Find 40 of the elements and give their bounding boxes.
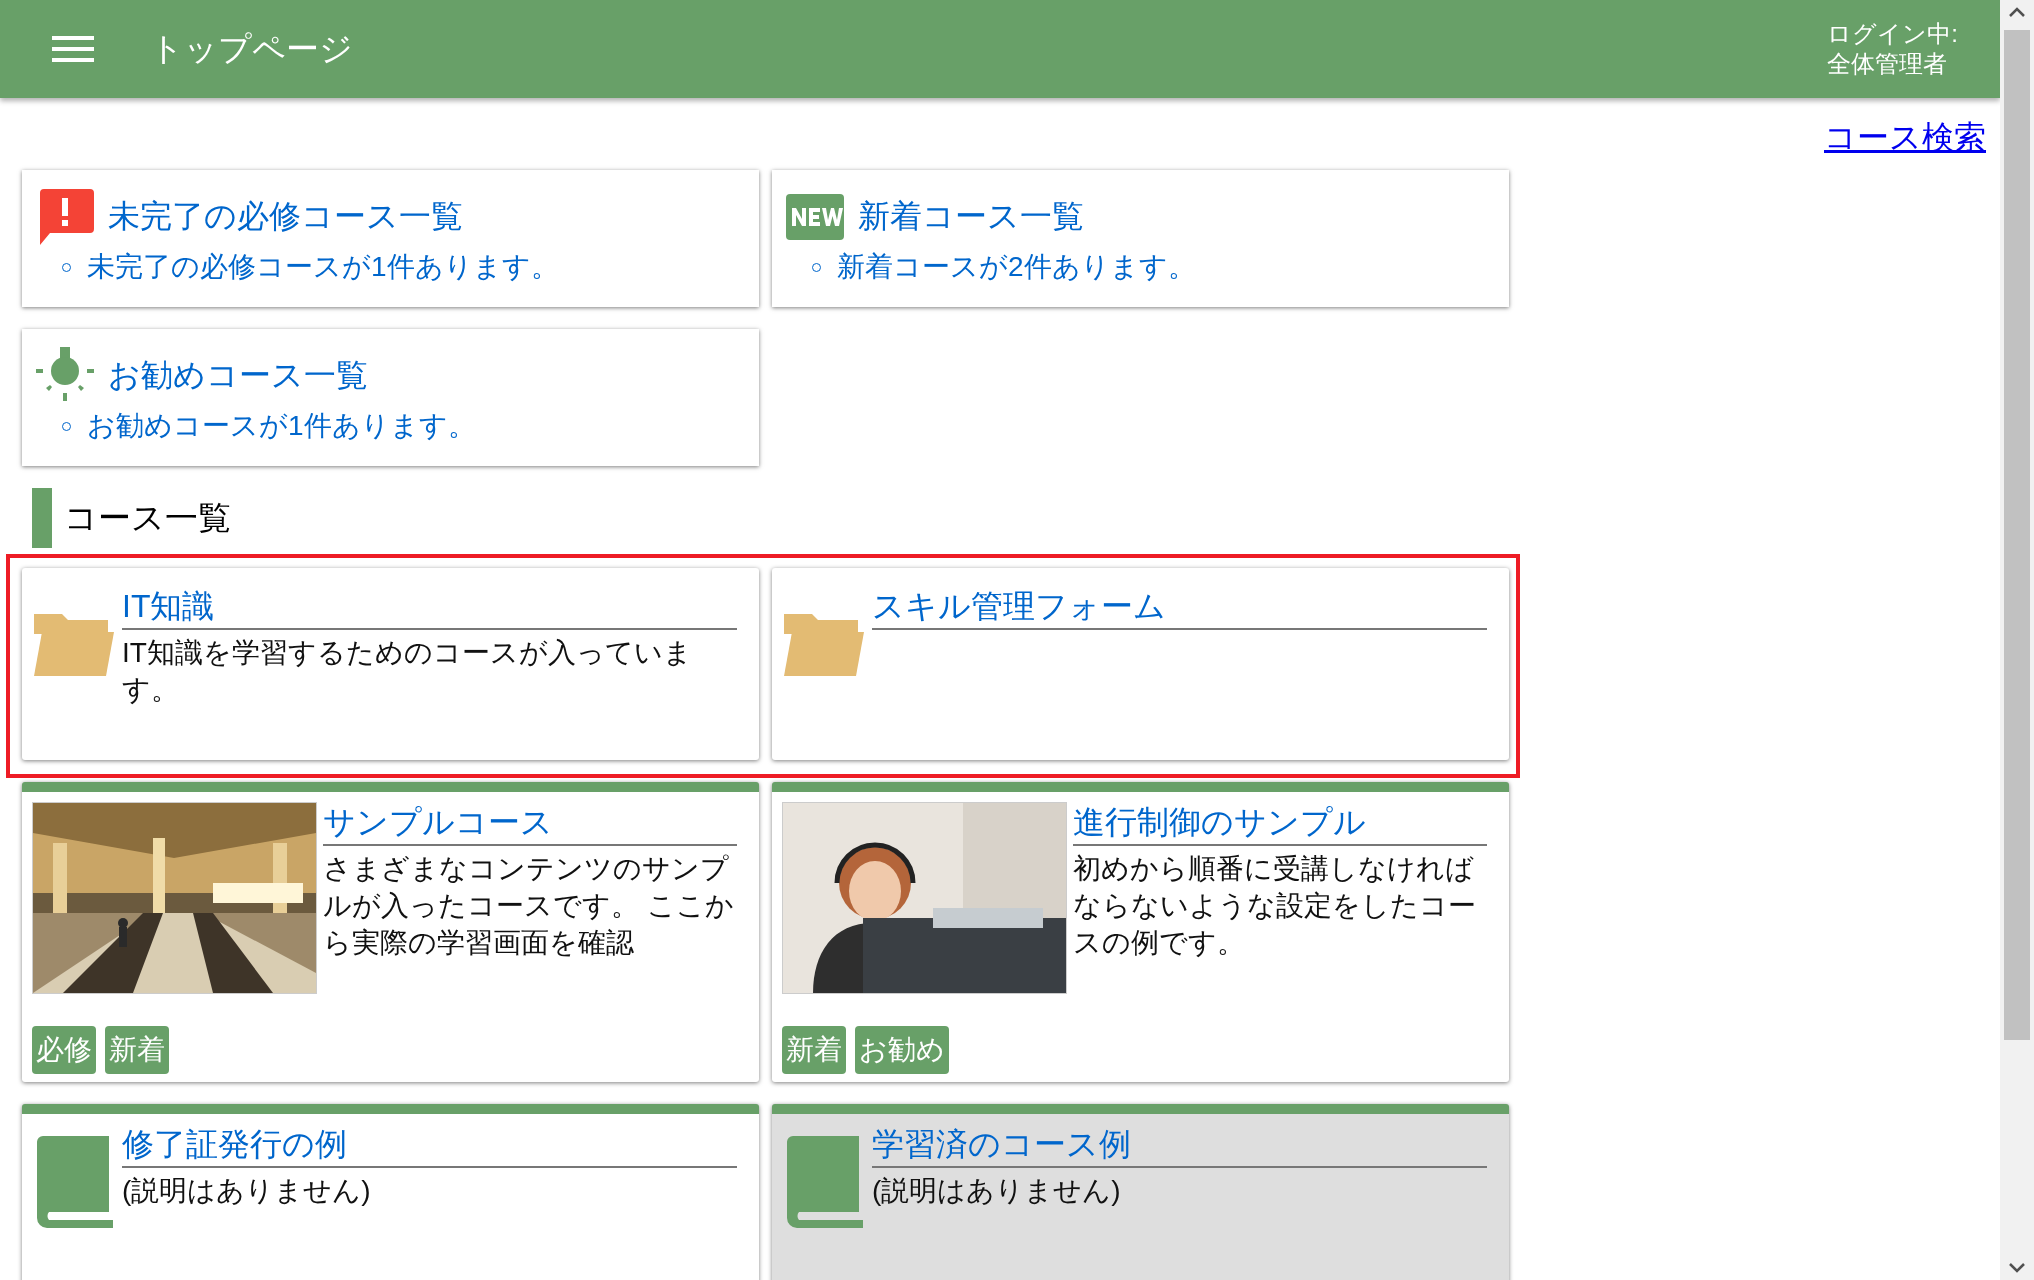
section-marker <box>32 488 52 548</box>
course-description: IT知識を学習するためのコースが入っています。 <box>122 636 693 707</box>
course-title-link[interactable]: 修了証発行の例 <box>122 1124 737 1168</box>
summary-message-link[interactable]: 新着コースが2件あります。 <box>837 248 1196 286</box>
scroll-up-icon[interactable] <box>2008 6 2026 18</box>
course-title-link[interactable]: IT知識 <box>122 586 737 630</box>
summary-message-link[interactable]: 未完了の必修コースが1件あります。 <box>87 248 559 286</box>
summary-title-link[interactable]: 新着コース一覧 <box>858 195 1084 239</box>
course-search-link[interactable]: コース検索 <box>1824 116 1986 156</box>
summary-title-link[interactable]: 未完了の必修コース一覧 <box>108 195 463 239</box>
course-title-link[interactable]: サンプルコース <box>323 802 737 846</box>
section-title: コース一覧 <box>64 497 231 538</box>
page-title: トップページ <box>150 28 353 69</box>
summary-title-link[interactable]: お勧めコース一覧 <box>108 354 368 398</box>
course-tag: 新着 <box>782 1026 846 1074</box>
course-description: (説明はありません) <box>872 1174 1122 1208</box>
course-card[interactable]: 進行制御のサンプル 初めから順番に受講しなければならないような設定をしたコースの例です。 新着 お勧め <box>772 782 1509 1082</box>
scroll-down-icon[interactable] <box>2008 1262 2026 1274</box>
summary-message-link[interactable]: お勧めコースが1件あります。 <box>87 407 476 445</box>
course-card[interactable]: 修了証発行の例 (説明はありません) <box>22 1104 759 1280</box>
course-card[interactable]: スキル管理フォーム <box>772 568 1509 760</box>
course-card[interactable]: 学習済のコース例 (説明はありません) <box>772 1104 1509 1280</box>
scrollbar-thumb[interactable] <box>2004 30 2030 1040</box>
menu-icon[interactable] <box>52 34 94 64</box>
book-icon <box>785 1136 863 1228</box>
course-description: 初めから順番に受講しなければならないような設定をしたコースの例です。 <box>1073 852 1477 960</box>
course-title-link[interactable]: 進行制御のサンプル <box>1073 802 1487 846</box>
course-title-link[interactable]: 学習済のコース例 <box>872 1124 1487 1168</box>
course-card[interactable]: IT知識 IT知識を学習するためのコースが入っています。 <box>22 568 759 760</box>
course-title-link[interactable]: スキル管理フォーム <box>872 586 1487 630</box>
course-tag: 必修 <box>32 1026 96 1074</box>
course-card[interactable]: サンプルコース さまざまなコンテンツのサンプルが入ったコースです。 ここから実際の学習画面を確認 必修 新着 <box>22 782 759 1082</box>
book-icon <box>35 1136 113 1228</box>
course-tag: 新着 <box>105 1026 169 1074</box>
login-user: 全体管理者 <box>1827 49 1949 79</box>
course-tag: お勧め <box>855 1026 949 1074</box>
login-label: ログイン中: <box>1827 19 1958 49</box>
course-description: (説明はありません) <box>122 1174 372 1208</box>
new-icon <box>786 194 844 240</box>
course-description: さまざまなコンテンツのサンプルが入ったコースです。 ここから実際の学習画面を確認 <box>323 852 735 960</box>
